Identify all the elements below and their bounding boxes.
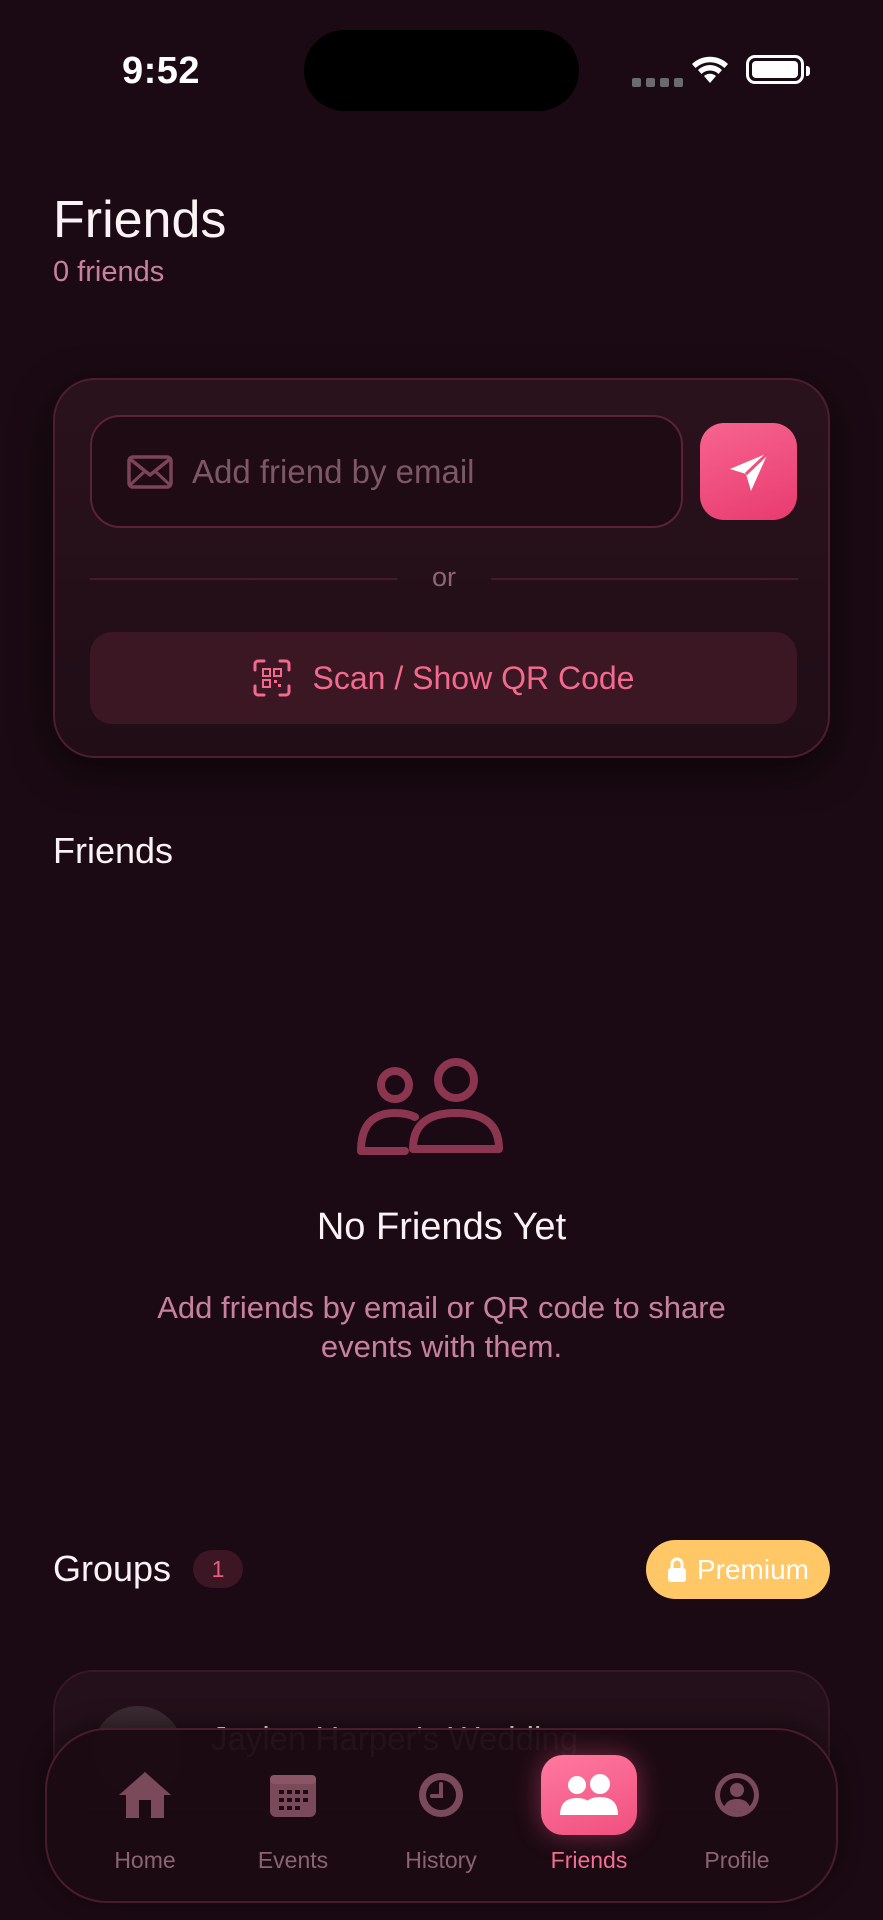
qr-button-label: Scan / Show QR Code — [312, 659, 635, 696]
tab-bar: Home Events History Friends Profile — [45, 1728, 838, 1903]
lock-icon — [667, 1557, 686, 1582]
empty-state-title: No Friends Yet — [316, 1206, 567, 1248]
empty-state-description: Add friends by email or QR code to share… — [157, 1290, 726, 1364]
people-icon — [560, 1774, 618, 1815]
paper-plane-icon — [729, 451, 769, 491]
tab-friends-label: Friends — [550, 1847, 628, 1873]
house-icon — [119, 1772, 171, 1818]
divider-right — [491, 578, 798, 580]
page-title: Friends — [53, 191, 227, 249]
envelope-icon — [127, 455, 173, 489]
email-field[interactable] — [90, 415, 683, 528]
tab-events[interactable]: Events — [233, 1755, 353, 1874]
premium-label: Premium — [696, 1553, 809, 1585]
person-circle-icon — [715, 1773, 759, 1817]
divider-left — [90, 578, 397, 580]
tab-profile-label: Profile — [704, 1847, 770, 1873]
qr-scan-icon — [253, 659, 291, 697]
email-input[interactable] — [192, 417, 662, 526]
friend-count: 0 friends — [53, 256, 165, 288]
tab-history-label: History — [405, 1847, 477, 1873]
friends-section-title: Friends — [53, 830, 174, 871]
calendar-icon — [270, 1775, 316, 1817]
tab-home[interactable]: Home — [85, 1755, 205, 1874]
status-time: 9:52 — [122, 50, 201, 92]
people-icon — [357, 1058, 503, 1155]
groups-count-badge: 1 — [193, 1550, 243, 1588]
tab-history[interactable]: History — [381, 1755, 501, 1874]
premium-button[interactable]: Premium — [646, 1540, 830, 1599]
dynamic-island — [304, 30, 579, 111]
divider-or-text: or — [431, 562, 456, 592]
tab-profile[interactable]: Profile — [677, 1755, 797, 1874]
add-friend-card: or Scan / Show QR Code — [53, 378, 830, 758]
tab-events-label: Events — [257, 1847, 329, 1873]
battery-icon — [746, 55, 810, 84]
clock-icon — [419, 1773, 463, 1817]
tab-home-label: Home — [114, 1847, 176, 1873]
wifi-icon — [692, 56, 728, 83]
send-invite-button[interactable] — [700, 423, 797, 520]
tab-friends[interactable]: Friends — [529, 1755, 649, 1874]
qr-code-button[interactable]: Scan / Show QR Code — [90, 632, 797, 724]
cellular-signal-icon — [632, 78, 683, 87]
groups-section-title: Groups — [53, 1548, 172, 1589]
friends-screen: 9:52 Friends 0 friends or — [0, 0, 883, 1920]
